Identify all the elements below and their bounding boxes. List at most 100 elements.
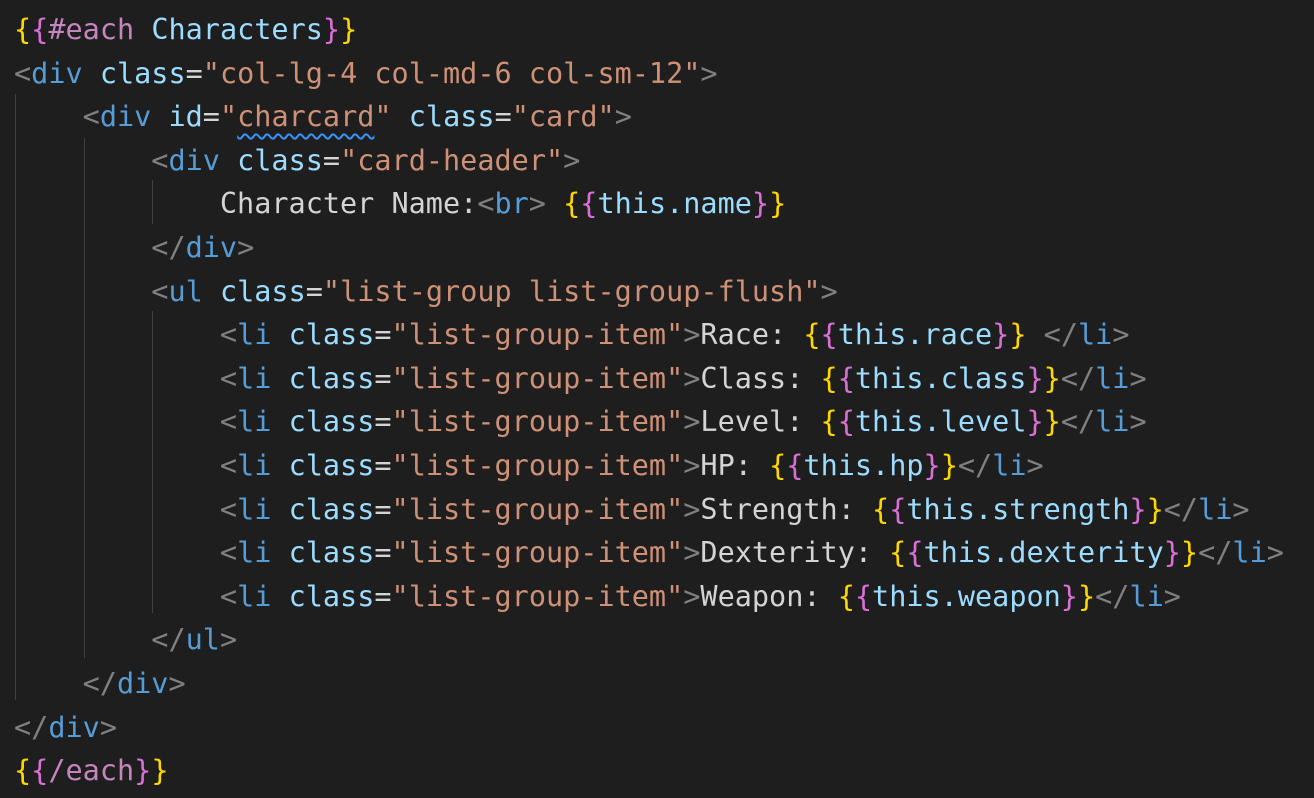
code-token: class <box>219 274 306 308</box>
code-token: < <box>219 492 238 526</box>
code-token: = <box>374 492 392 526</box>
code-token: > <box>614 100 632 134</box>
code-token: li <box>237 405 272 439</box>
code-line[interactable]: <li class="list-group-item">Strength: {{… <box>14 488 1250 532</box>
code-token: > <box>237 231 255 264</box>
code-token: Weapon: <box>700 579 838 613</box>
code-line[interactable]: Character Name:<br> {{this.name}} <box>14 182 786 226</box>
code-token: this.level <box>854 405 1027 439</box>
code-token: < <box>477 187 495 221</box>
code-line[interactable]: <li class="list-group-item">Level: {{thi… <box>14 400 1147 444</box>
code-token: = <box>305 274 323 308</box>
code-token: li <box>1078 318 1113 352</box>
code-token: } <box>1077 579 1096 613</box>
code-token: = <box>374 318 392 352</box>
code-token: < <box>219 361 238 395</box>
code-line[interactable]: </div> <box>14 706 117 750</box>
code-token: > <box>99 710 117 744</box>
code-token: > <box>683 361 701 395</box>
code-line[interactable]: <li class="list-group-item">HP: {{this.h… <box>14 444 1044 488</box>
code-token: } <box>1009 318 1027 352</box>
code-token: " <box>374 100 392 134</box>
code-token: </ <box>82 667 117 700</box>
code-line[interactable]: </ul> <box>14 618 237 662</box>
code-token: < <box>219 449 238 482</box>
code-token: > <box>1266 536 1284 570</box>
code-line[interactable]: <li class="list-group-item">Race: {{this… <box>14 313 1130 357</box>
code-token: < <box>219 579 238 613</box>
code-token: "list-group-item" <box>391 405 684 439</box>
code-line[interactable]: <div class="card-header"> <box>14 139 580 183</box>
code-token: class <box>288 361 375 395</box>
code-line[interactable]: {{/each}} <box>14 749 168 793</box>
code-token: = <box>374 449 392 482</box>
code-line[interactable]: </div> <box>14 226 254 270</box>
code-token: </ <box>1043 318 1078 352</box>
code-token: li <box>237 361 272 395</box>
code-token: </ <box>1060 405 1096 439</box>
code-editor[interactable]: {{#each Characters}} <div class="col-lg-4… <box>0 0 1314 798</box>
code-token: } <box>1060 579 1078 613</box>
code-token: { <box>889 492 907 526</box>
code-token: } <box>1043 405 1061 439</box>
code-line[interactable]: </div> <box>14 662 186 706</box>
code-token: li <box>237 579 272 613</box>
code-token: "list-group-item" <box>391 449 684 482</box>
code-line[interactable]: <div id="charcard" class="card"> <box>14 95 632 139</box>
code-token: br <box>494 187 529 221</box>
code-token: = <box>494 100 512 134</box>
code-token: { <box>786 449 804 482</box>
code-token: } <box>751 187 770 221</box>
code-token: class <box>288 318 375 352</box>
code-line[interactable]: <ul class="list-group list-group-flush"> <box>14 270 837 314</box>
code-token: </ <box>1060 361 1096 395</box>
code-line[interactable]: {{#each Characters}} <box>14 8 357 52</box>
code-token: { <box>820 318 838 352</box>
code-token: } <box>1043 361 1061 395</box>
code-line[interactable]: <div class="col-lg-4 col-md-6 col-sm-12"… <box>14 52 718 96</box>
code-token: < <box>219 405 238 439</box>
code-token: { <box>803 318 821 352</box>
code-line[interactable]: <li class="list-group-item">Dexterity: {… <box>14 531 1284 575</box>
code-token: > <box>168 667 186 700</box>
code-token: = <box>374 579 392 613</box>
code-token: class <box>408 100 495 134</box>
code-token: { <box>769 449 787 482</box>
code-token: = <box>185 56 203 90</box>
code-token: > <box>1112 318 1130 352</box>
code-token: } <box>1026 361 1044 395</box>
code-token: this.dexterity <box>923 536 1164 570</box>
code-token: } <box>1146 492 1164 526</box>
code-token: </ <box>957 449 993 482</box>
code-token: class <box>288 449 375 482</box>
code-token: this.weapon <box>872 579 1061 613</box>
code-token: li <box>1095 361 1130 395</box>
code-token: < <box>219 536 238 570</box>
code-token: div <box>31 56 83 90</box>
code-token: = <box>374 361 392 395</box>
code-token: " <box>219 100 238 134</box>
code-token: Race: <box>700 318 804 352</box>
code-line[interactable]: <li class="list-group-item">Class: {{thi… <box>14 357 1147 401</box>
code-token: div <box>48 710 100 744</box>
code-token: > <box>1163 579 1181 613</box>
code-token: } <box>992 318 1010 352</box>
code-line[interactable]: <li class="list-group-item">Weapon: {{th… <box>14 575 1181 619</box>
code-token: </ <box>1198 536 1233 570</box>
code-token: } <box>1026 405 1044 439</box>
code-token: charcard <box>237 100 375 134</box>
code-token: div <box>116 667 169 700</box>
code-token: { <box>820 405 838 439</box>
code-token: > <box>1129 405 1147 439</box>
